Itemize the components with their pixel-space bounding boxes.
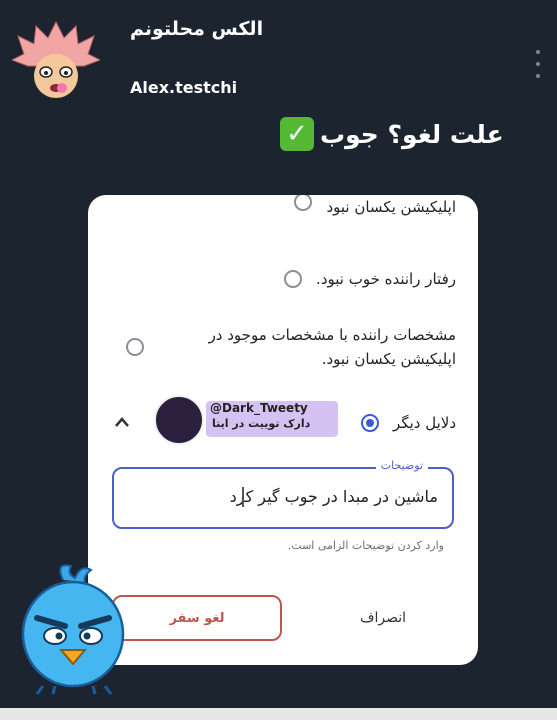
reason-label: مشخصات راننده با مشخصات موجود در اپلیکیش…	[208, 326, 456, 368]
check-mark-icon: ✓	[280, 117, 314, 151]
description-field-label: توضیحات	[375, 459, 428, 472]
cancel-trip-button[interactable]: لغو سفر	[112, 595, 282, 641]
post-headline: علت لغو؟ جوب ✓	[280, 112, 540, 156]
channel-watermark: @Dark_Tweety دارک توییت در ایتا	[154, 395, 344, 445]
reason-option-app-mismatch[interactable]: اپلیکیشن یکسان نبود	[294, 195, 456, 219]
angry-bird-sticker	[21, 564, 125, 695]
reason-option-driver-behavior[interactable]: رفتار راننده خوب نبود.	[284, 267, 456, 291]
author-name: الکس محلتونم	[130, 18, 264, 40]
reason-label: دلایل دیگر	[393, 414, 456, 432]
reason-label: رفتار راننده خوب نبود.	[316, 270, 456, 288]
watermark-subtitle: دارک توییت در ایتا	[212, 417, 311, 430]
reason-option-driver-details[interactable]: مشخصات راننده با مشخصات موجود در اپلیکیش…	[126, 323, 456, 371]
description-field-value[interactable]: ماشین در مبدا در جوب گیر کرد	[230, 487, 438, 506]
author-handle[interactable]: Alex.testchi	[130, 78, 237, 97]
post-header: الکس محلتونم Alex.testchi	[0, 0, 557, 100]
radio-button[interactable]	[284, 270, 303, 288]
cancel-reason-card: اپلیکیشن یکسان نبود رفتار راننده خوب نبو…	[88, 195, 478, 665]
radio-button[interactable]	[126, 338, 144, 356]
chevron-up-icon[interactable]	[114, 415, 130, 429]
radio-button[interactable]	[294, 195, 313, 211]
bottom-bar	[0, 708, 557, 720]
text-cursor	[242, 487, 244, 507]
reason-label: اپلیکیشن یکسان نبود	[326, 198, 456, 216]
dismiss-button[interactable]: انصراف	[328, 595, 438, 641]
radio-button-selected[interactable]	[361, 414, 380, 432]
watermark-handle: @Dark_Tweety	[210, 401, 308, 415]
more-options-icon[interactable]	[530, 50, 546, 78]
description-field[interactable]: توضیحات ماشین در مبدا در جوب گیر کرد	[112, 459, 454, 529]
headline-text: علت لغو؟ جوب	[320, 119, 504, 149]
author-avatar[interactable]	[12, 20, 100, 108]
reason-option-other[interactable]: دلایل دیگر	[361, 411, 456, 435]
helper-text: وارد کردن توضیحات الزامی است.	[287, 539, 444, 552]
watermark-logo	[154, 395, 204, 445]
